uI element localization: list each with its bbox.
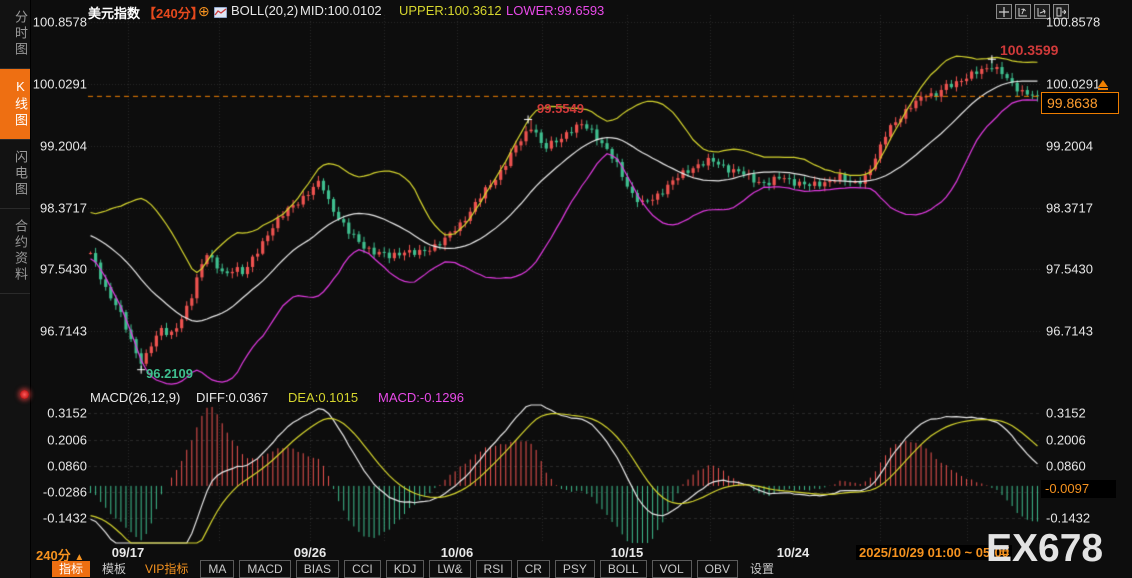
sidebar-tab-合约资料[interactable]: 合约资料 <box>0 209 30 294</box>
date-label: 09/17 <box>111 545 145 560</box>
macd-bar-value: MACD:-0.1296 <box>378 390 464 405</box>
toolbar-item-PSY[interactable]: PSY <box>554 560 595 578</box>
toolbar-item-RSI[interactable]: RSI <box>475 560 512 578</box>
macd-tick-left: 0.2006 <box>47 432 87 448</box>
price-tick-right: 100.8578 <box>1046 14 1101 30</box>
price-tick-right: 99.2004 <box>1046 138 1093 154</box>
toolbar-item-CCI[interactable]: CCI <box>344 560 381 578</box>
price-tick-left: 96.7143 <box>40 323 87 339</box>
sidebar-tab-K线图[interactable]: K线图 <box>0 69 30 140</box>
macd-tick-right: -0.1432 <box>1046 510 1091 526</box>
date-label: 10/15 <box>610 545 644 560</box>
boll-upper-value: UPPER:100.3612 <box>399 3 502 18</box>
macd-dea-value: DEA:0.1015 <box>288 390 359 405</box>
sidebar-tab-分时图[interactable]: 分时图 <box>0 0 30 69</box>
date-label: 09/26 <box>293 545 327 560</box>
macd-tick-right: 0.3152 <box>1046 405 1086 421</box>
price-tick-left: 100.8578 <box>32 14 87 30</box>
toolbar-item-MACD[interactable]: MACD <box>239 560 291 578</box>
sidebar-tab-闪电图[interactable]: 闪电图 <box>0 140 30 209</box>
boll-lower-value: LOWER:99.6593 <box>506 3 605 18</box>
price-tick-left: 98.3717 <box>40 200 87 216</box>
price-tick-right: 97.5430 <box>1046 261 1093 277</box>
crosshair-icon[interactable] <box>996 4 1012 19</box>
record-dot-icon <box>20 390 29 399</box>
mid-peak-annotation: 99.5549 <box>537 101 584 116</box>
toolbar-item-模板[interactable]: 模板 <box>95 561 133 577</box>
macd-tick-left: -0.0286 <box>42 484 87 500</box>
price-tick-left: 97.5430 <box>40 261 87 277</box>
macd-tick-left: 0.3152 <box>47 405 87 421</box>
toolbar-item-KDJ[interactable]: KDJ <box>385 560 425 578</box>
chart-plot-area[interactable] <box>0 0 1132 578</box>
toolbar-item-LW&[interactable]: LW& <box>429 560 471 578</box>
price-tick-right: 98.3717 <box>1046 200 1093 216</box>
toolbar-item-OBV[interactable]: OBV <box>696 560 738 578</box>
macd-diff-value: DIFF:0.0367 <box>196 390 269 405</box>
price-tick-left: 100.0291 <box>32 76 87 92</box>
current-macd-box: -0.0097 <box>1041 480 1116 498</box>
chart-type-sidebar: 分时图 K线图 闪电图 合约资料 <box>0 0 31 578</box>
date-label: 10/06 <box>440 545 474 560</box>
macd-tick-right: 0.0860 <box>1046 458 1086 474</box>
add-indicator-icon[interactable]: ⊕ <box>198 3 210 20</box>
high-annotation: 100.3599 <box>1000 42 1059 58</box>
toolbar-item-指标[interactable]: 指标 <box>52 561 91 577</box>
symbol-title: 美元指数 <box>88 6 141 21</box>
toolbar-item-BIAS[interactable]: BIAS <box>295 560 340 578</box>
kline-chart-window: 分时图 K线图 闪电图 合约资料 美元指数 【240分】 ⊕ BOLL(20,2) M… <box>0 0 1132 578</box>
price-tick-right: 100.0291 <box>1046 76 1101 92</box>
date-label: 10/24 <box>776 545 810 560</box>
boll-title: BOLL(20,2) <box>231 3 299 18</box>
toolbar-item-BOLL[interactable]: BOLL <box>599 560 647 578</box>
macd-tick-right: 0.2006 <box>1046 432 1086 448</box>
toolbar-item-VOL[interactable]: VOL <box>651 560 692 578</box>
axis-zoom-vertical-icon[interactable] <box>1015 4 1031 19</box>
period-badge[interactable]: 【240分】 <box>143 3 204 22</box>
toolbar-item-设置[interactable]: 设置 <box>743 561 781 577</box>
boll-mid-value: MID:100.0102 <box>300 3 382 18</box>
mini-chart-icon <box>214 4 227 19</box>
macd-tick-left: -0.1432 <box>42 510 87 526</box>
toolbar-item-CR[interactable]: CR <box>516 560 550 578</box>
low-annotation: 96.2109 <box>146 366 193 381</box>
price-up-arrow-base <box>1098 88 1108 90</box>
price-tick-right: 96.7143 <box>1046 323 1093 339</box>
price-up-arrow-icon <box>1098 80 1108 87</box>
current-price-box: 99.8638 <box>1041 92 1119 114</box>
macd-title: MACD(26,12,9) <box>90 390 181 405</box>
macd-tick-left: 0.0860 <box>47 458 87 474</box>
toolbar-item-VIP指标[interactable]: VIP指标 <box>138 561 195 577</box>
price-tick-left: 99.2004 <box>40 138 87 154</box>
toolbar-item-MA[interactable]: MA <box>200 560 235 578</box>
indicator-toolbar: 指标 模板 VIP指标 MA MACD BIAS CCI KDJ LW& RSI CR PSY BOLL… <box>52 560 781 578</box>
watermark: EX678 <box>986 527 1104 570</box>
